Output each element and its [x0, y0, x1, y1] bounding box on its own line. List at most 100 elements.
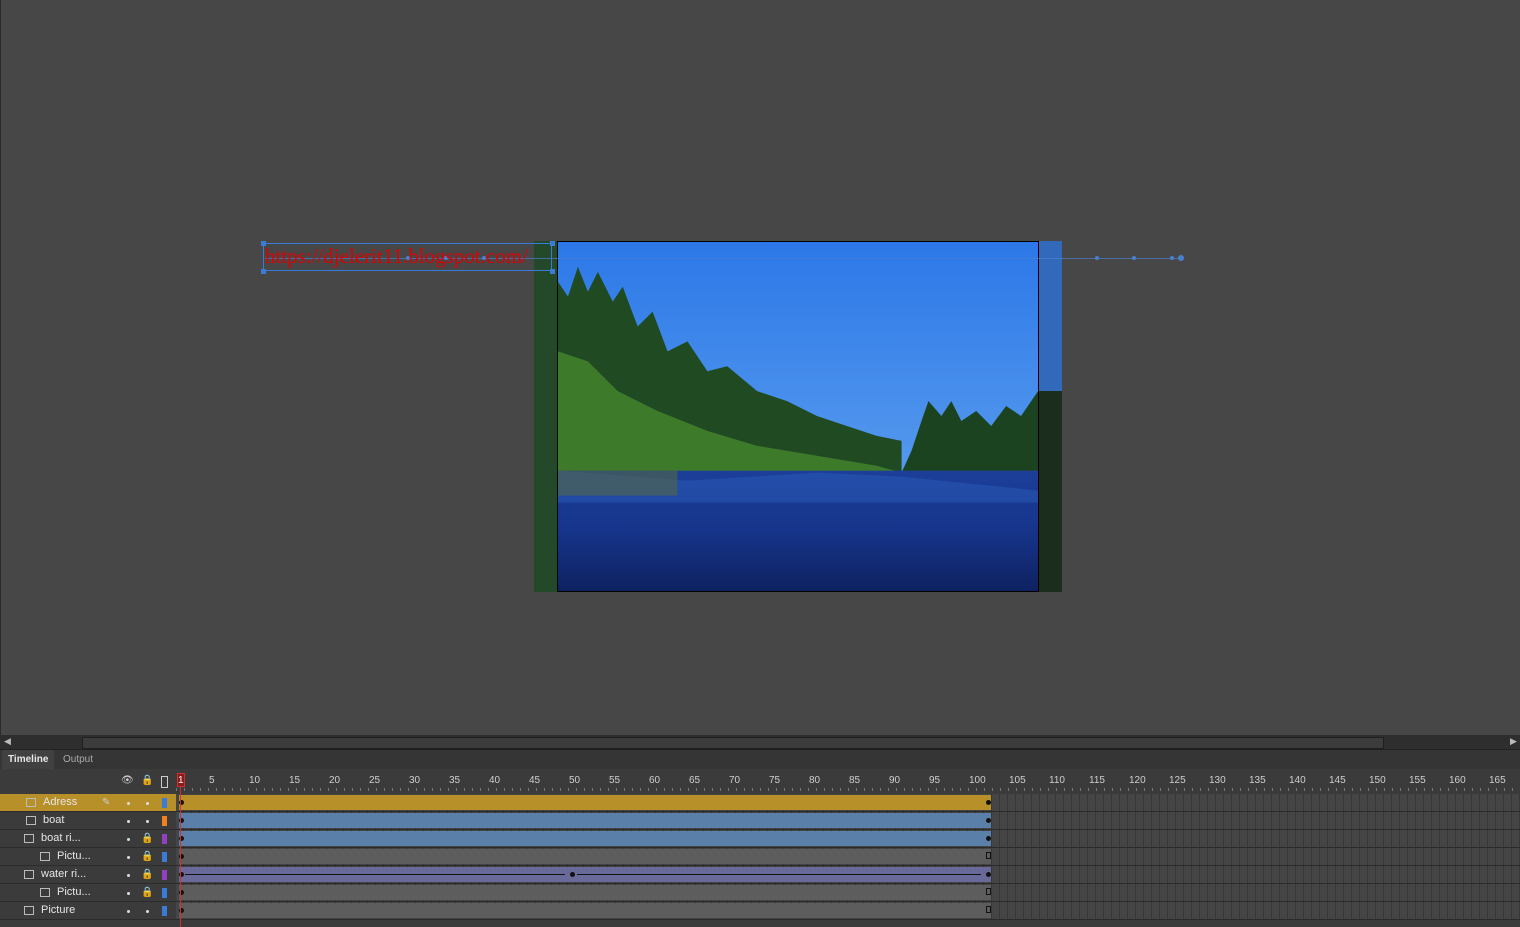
visibility-dot[interactable]: [127, 892, 130, 895]
ruler-label: 20: [329, 775, 341, 786]
frame-span[interactable]: [179, 849, 991, 864]
layer-name: Pictu...: [57, 850, 91, 862]
visibility-dot[interactable]: [127, 802, 130, 805]
visibility-dot[interactable]: [127, 820, 130, 823]
tab-output[interactable]: Output: [57, 750, 99, 770]
mask-layer-icon: [24, 834, 34, 843]
ruler-label: 65: [689, 775, 701, 786]
lock-icon[interactable]: 🔒: [141, 851, 153, 862]
visibility-dot[interactable]: [127, 874, 130, 877]
ruler-label: 135: [1249, 775, 1266, 786]
lock-dot[interactable]: [146, 820, 149, 823]
layer-name: boat ri...: [41, 832, 81, 844]
lock-icon[interactable]: 🔒: [141, 775, 153, 786]
layer-color-swatch[interactable]: [162, 888, 167, 898]
layer-row[interactable]: boat ri... 🔒: [0, 830, 176, 848]
lock-icon[interactable]: 🔒: [141, 887, 153, 898]
frame-row[interactable]: [176, 830, 1520, 848]
end-frame[interactable]: [986, 836, 991, 841]
ruler-label: 160: [1449, 775, 1466, 786]
guide-layer-icon: [26, 816, 36, 825]
scrollbar-thumb[interactable]: [82, 737, 1384, 749]
frame-span[interactable]: [179, 885, 991, 900]
motion-path-end: [1178, 255, 1184, 261]
ruler-label: 110: [1049, 775, 1065, 786]
scroll-right-icon[interactable]: ▶: [1510, 736, 1517, 747]
lock-dot[interactable]: [146, 802, 149, 805]
layer-row[interactable]: Pictu... 🔒: [0, 848, 176, 866]
end-frame[interactable]: [986, 888, 991, 895]
lock-icon[interactable]: 🔒: [141, 833, 153, 844]
layer-color-swatch[interactable]: [162, 798, 167, 808]
keyframe[interactable]: [570, 872, 575, 877]
end-frame[interactable]: [986, 906, 991, 913]
frame-span[interactable]: [179, 903, 991, 918]
layer-color-swatch[interactable]: [162, 834, 167, 844]
ruler-label: 25: [369, 775, 381, 786]
layer-row[interactable]: water ri... 🔒: [0, 866, 176, 884]
eye-icon[interactable]: 👁: [121, 775, 134, 786]
lock-dot[interactable]: [146, 910, 149, 913]
end-frame[interactable]: [986, 818, 991, 823]
visibility-dot[interactable]: [127, 856, 130, 859]
guide-layer-icon: [26, 798, 36, 807]
outline-icon[interactable]: [161, 776, 168, 788]
tween-arrow: [577, 874, 981, 875]
ruler-ticks: [176, 788, 1520, 791]
motion-path-node: [1170, 256, 1174, 260]
selection-handle[interactable]: [550, 241, 555, 246]
ruler-label: 45: [529, 775, 541, 786]
ruler-label: 35: [449, 775, 461, 786]
layer-color-swatch[interactable]: [162, 816, 167, 826]
frame-row[interactable]: [176, 812, 1520, 830]
frame-row[interactable]: [176, 866, 1520, 884]
frame-row[interactable]: [176, 848, 1520, 866]
ruler-label: 140: [1289, 775, 1306, 786]
selection-handle[interactable]: [261, 269, 266, 274]
layer-color-swatch[interactable]: [162, 852, 167, 862]
frame-row[interactable]: [176, 794, 1520, 812]
end-frame[interactable]: [986, 852, 991, 859]
current-frame-label: 1: [178, 775, 184, 786]
visibility-dot[interactable]: [127, 838, 130, 841]
ruler-label: 145: [1329, 775, 1346, 786]
lock-icon[interactable]: 🔒: [141, 869, 153, 880]
ruler-label: 75: [769, 775, 781, 786]
layer-row[interactable]: Picture: [0, 902, 176, 920]
ruler-label: 15: [289, 775, 301, 786]
layer-icon: [40, 888, 50, 897]
url-text-object[interactable]: https://djelerit11.blogspot.com/: [265, 244, 528, 269]
layer-row[interactable]: Pictu... 🔒: [0, 884, 176, 902]
ruler-label: 50: [569, 775, 581, 786]
ruler-label: 85: [849, 775, 861, 786]
scroll-left-icon[interactable]: ◀: [4, 736, 11, 747]
layer-color-swatch[interactable]: [162, 870, 167, 880]
ruler-label: 40: [489, 775, 501, 786]
layer-color-swatch[interactable]: [162, 906, 167, 916]
layer-name: water ri...: [41, 868, 87, 880]
ruler-label: 165: [1489, 775, 1506, 786]
frame-row[interactable]: [176, 902, 1520, 920]
tween-arrow: [185, 874, 565, 875]
pencil-icon: ✎: [102, 797, 111, 808]
frame-span[interactable]: [179, 795, 991, 810]
visibility-dot[interactable]: [127, 910, 130, 913]
tab-timeline[interactable]: Timeline: [2, 750, 55, 770]
ruler-label: 125: [1169, 775, 1186, 786]
stage-picture[interactable]: [557, 241, 1039, 592]
end-frame[interactable]: [986, 800, 991, 805]
frame-span[interactable]: [179, 813, 991, 828]
frame-row[interactable]: [176, 884, 1520, 902]
frame-span[interactable]: [179, 831, 991, 846]
ruler-label: 105: [1009, 775, 1026, 786]
ruler-label: 115: [1089, 775, 1105, 786]
ruler-label: 150: [1369, 775, 1386, 786]
end-frame[interactable]: [986, 872, 991, 877]
layer-row[interactable]: Adress ✎: [0, 794, 176, 812]
selection-handle[interactable]: [550, 269, 555, 274]
ruler-label: 120: [1129, 775, 1146, 786]
ruler-label: 90: [889, 775, 901, 786]
layer-icon: [40, 852, 50, 861]
stage-area[interactable]: https://djelerit11.blogspot.com/: [0, 0, 1520, 735]
layer-row[interactable]: boat: [0, 812, 176, 830]
